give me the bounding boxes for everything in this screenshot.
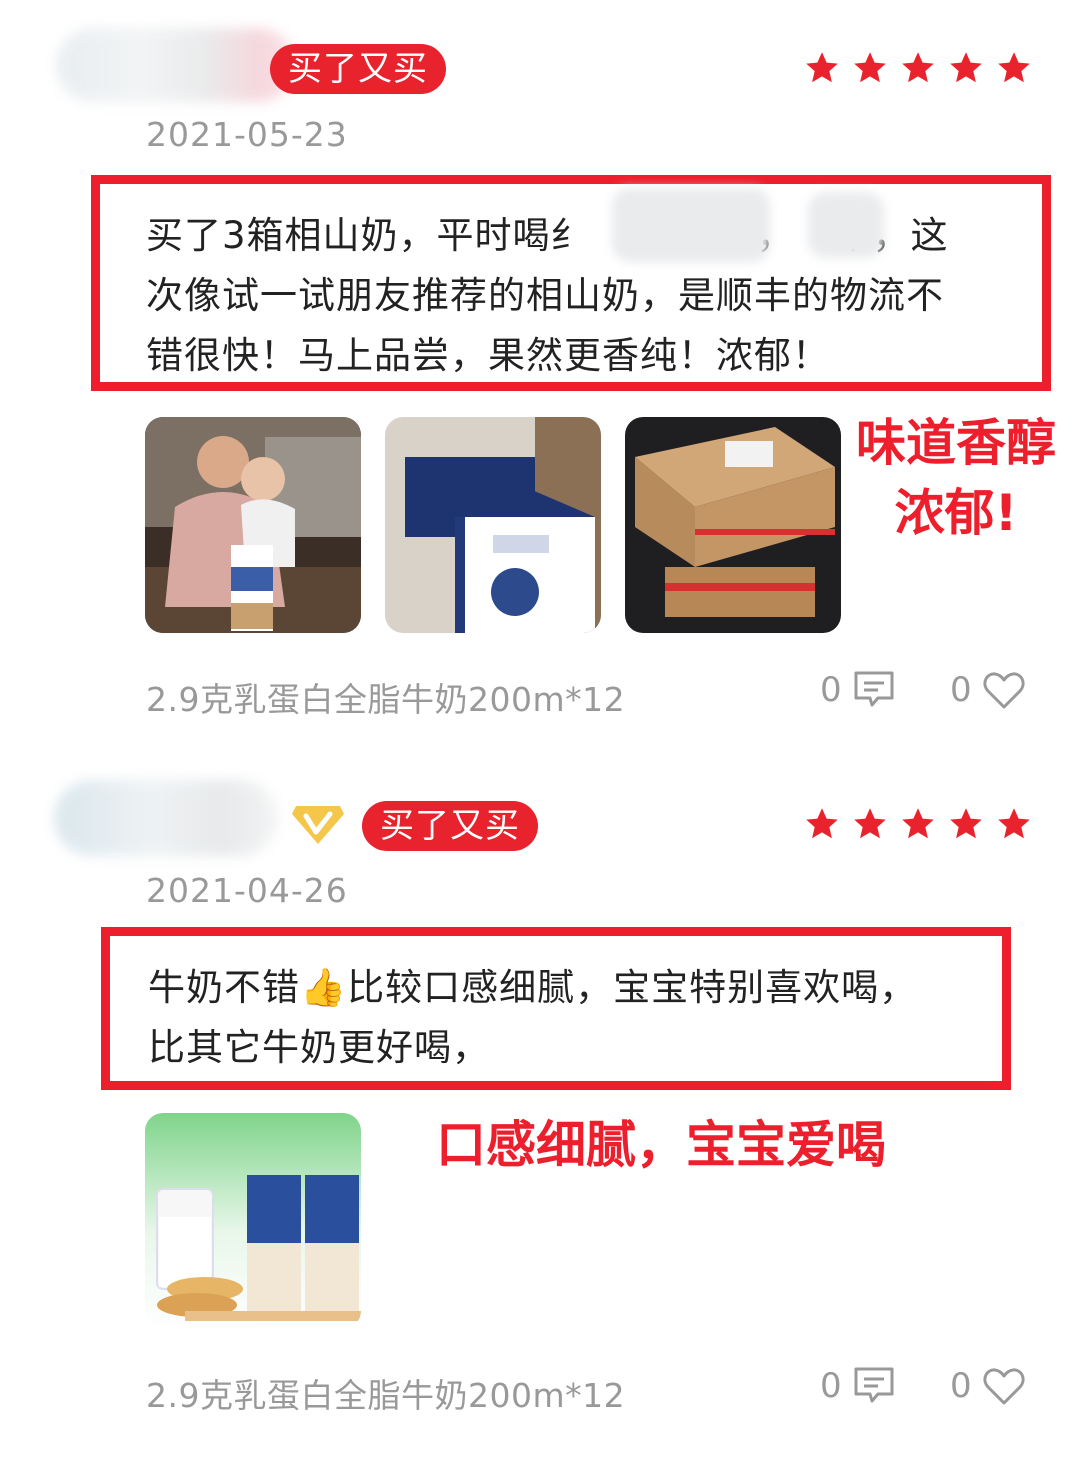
review-image[interactable] bbox=[625, 417, 841, 633]
star-icon bbox=[998, 52, 1030, 83]
star-icon bbox=[950, 52, 982, 83]
like-button[interactable]: 0 bbox=[950, 670, 1026, 710]
comment-count: 0 bbox=[820, 1366, 842, 1406]
star-icon bbox=[806, 808, 838, 839]
heart-icon bbox=[983, 672, 1025, 709]
blurred-text-patch bbox=[612, 188, 770, 262]
shipping-boxes-photo bbox=[625, 417, 841, 633]
review-text-line: 比其它牛奶更好喝， bbox=[148, 1026, 490, 1069]
star-icon bbox=[998, 808, 1030, 839]
star-icon bbox=[902, 808, 934, 839]
star-rating bbox=[804, 806, 1032, 842]
user-info-blurred bbox=[56, 28, 296, 102]
like-button[interactable]: 0 bbox=[950, 1366, 1026, 1406]
like-count: 0 bbox=[950, 1366, 972, 1406]
star-icon bbox=[902, 52, 934, 83]
heart-icon bbox=[983, 1368, 1025, 1405]
review-card-1: 买了又买 2021-05-23 买了3箱相山奶，平时喝纟利，丰，这 次像试一试朋… bbox=[0, 0, 1080, 740]
star-icon bbox=[854, 808, 886, 839]
review-date: 2021-05-23 bbox=[146, 115, 348, 154]
milk-gift-boxes-photo bbox=[385, 417, 601, 633]
user-info-blurred bbox=[54, 780, 278, 856]
star-icon bbox=[950, 808, 982, 839]
review-image[interactable] bbox=[385, 417, 601, 633]
review-text-highlight[interactable]: 买了3箱相山奶，平时喝纟利，丰，这 次像试一试朋友推荐的相山奶，是顺丰的物流不 … bbox=[91, 175, 1051, 391]
comment-button[interactable]: 0 bbox=[820, 670, 896, 710]
review-text-line: 次像试一试朋友推荐的相山奶，是顺丰的物流不 bbox=[146, 274, 944, 317]
star-icon bbox=[806, 52, 838, 83]
milk-glass-and-cartons-photo bbox=[145, 1113, 361, 1329]
repurchase-badge: 买了又买 bbox=[270, 44, 446, 94]
star-rating bbox=[804, 50, 1032, 86]
comment-icon bbox=[854, 1367, 894, 1403]
highlight-callout: 味道香醇 浓郁! bbox=[856, 414, 1056, 542]
product-variant: 2.9克乳蛋白全脂牛奶200m*12 bbox=[146, 1376, 626, 1415]
blurred-text-patch bbox=[808, 192, 884, 258]
repurchase-badge: 买了又买 bbox=[362, 801, 538, 851]
review-text-highlight[interactable]: 牛奶不错👍比较口感细腻，宝宝特别喜欢喝， 比其它牛奶更好喝， bbox=[101, 927, 1011, 1090]
grandma-and-baby-photo bbox=[145, 417, 361, 633]
like-count: 0 bbox=[950, 670, 972, 710]
review-text-line: 错很快！马上品尝，果然更香纯！浓郁！ bbox=[146, 334, 830, 377]
review-image[interactable] bbox=[145, 1113, 361, 1329]
star-icon bbox=[854, 52, 886, 83]
vip-diamond-icon bbox=[292, 806, 344, 844]
comment-icon bbox=[854, 671, 894, 707]
comment-button[interactable]: 0 bbox=[820, 1366, 896, 1406]
highlight-callout: 口感细腻，宝宝爱喝 bbox=[436, 1116, 886, 1174]
review-card-2: 买了又买 2021-04-26 牛奶不错👍比较口感细腻，宝宝特别喜欢喝， 比其它… bbox=[0, 740, 1080, 1464]
review-text-line: 牛奶不错👍比较口感细腻，宝宝特别喜欢喝， bbox=[148, 966, 918, 1009]
review-image[interactable] bbox=[145, 417, 361, 633]
review-date: 2021-04-26 bbox=[146, 871, 348, 910]
product-variant: 2.9克乳蛋白全脂牛奶200m*12 bbox=[146, 680, 626, 719]
comment-count: 0 bbox=[820, 670, 842, 710]
